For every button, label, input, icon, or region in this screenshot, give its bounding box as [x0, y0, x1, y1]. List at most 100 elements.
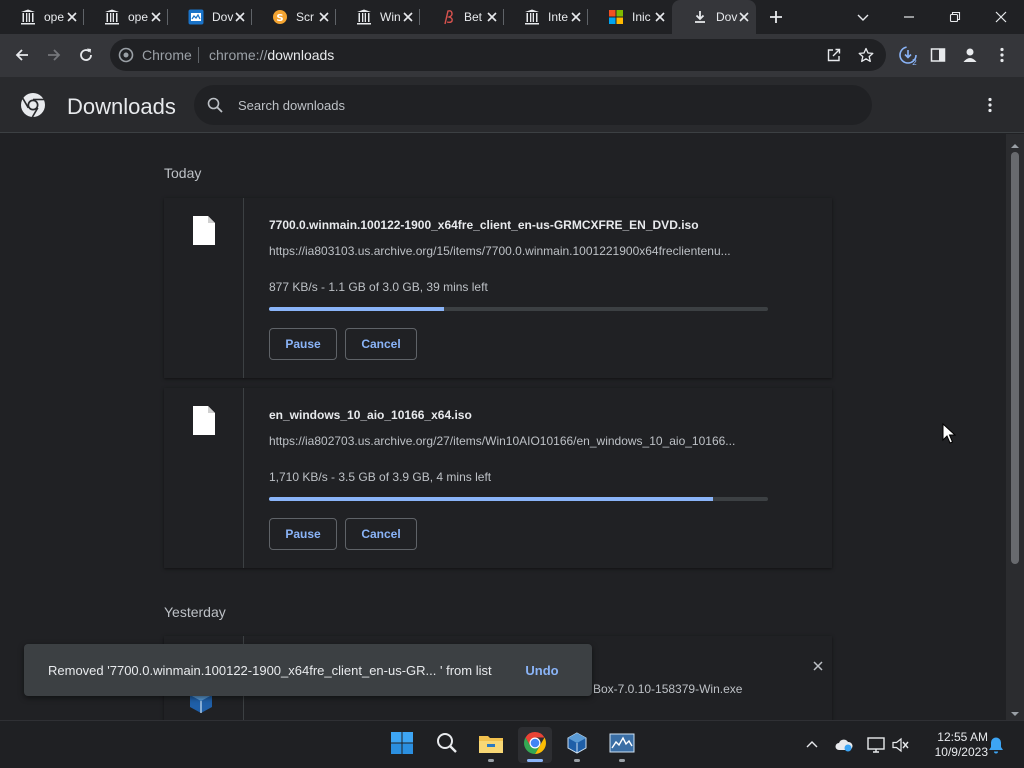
search-input[interactable]	[238, 95, 838, 115]
archive-columns-icon	[20, 9, 36, 25]
page-scrollbar[interactable]	[1006, 134, 1024, 720]
task-manager-taskbar-button[interactable]	[605, 727, 639, 763]
tab-title: Dov	[212, 10, 234, 24]
download-source-url[interactable]: https://ia802703.us.archive.org/27/items…	[269, 434, 735, 448]
start-button[interactable]	[385, 727, 419, 763]
minimize-button[interactable]	[896, 4, 922, 30]
tab-downloads-active[interactable]: Dov	[672, 0, 756, 34]
tab-6[interactable]: Bet	[420, 0, 504, 34]
downloads-count-badge: 2	[912, 58, 917, 66]
scrollbar-thumb[interactable]	[1011, 152, 1019, 564]
cancel-button[interactable]: Cancel	[345, 328, 417, 360]
search-downloads-box[interactable]	[194, 85, 872, 125]
chrome-taskbar-button[interactable]	[518, 727, 552, 763]
browser-toolbar: Chrome chrome://downloads 2	[0, 34, 1024, 77]
side-panel-icon[interactable]	[926, 43, 950, 67]
tab-3[interactable]: Dov	[168, 0, 252, 34]
tab-1[interactable]: ope	[0, 0, 84, 34]
close-window-button[interactable]	[988, 4, 1014, 30]
download-source-url[interactable]: https://ia803103.us.archive.org/15/items…	[269, 244, 731, 258]
system-clock[interactable]: 12:55 AM 10/9/2023	[918, 730, 988, 760]
downloads-toolbar-button[interactable]: 2	[896, 43, 920, 67]
pause-button[interactable]: Pause	[269, 328, 337, 360]
downloads-list: Today 7700.0.winmain.100122-1900_x64fre_…	[0, 134, 1006, 720]
chrome-menu-icon[interactable]	[990, 43, 1014, 67]
new-tab-button[interactable]	[766, 7, 786, 27]
tab-close-icon[interactable]	[316, 9, 332, 25]
active-indicator	[527, 759, 543, 762]
more-actions-icon[interactable]	[978, 93, 1002, 117]
taskbar-search-button[interactable]	[430, 727, 464, 763]
remove-from-list-icon[interactable]	[810, 658, 826, 674]
downloads-header: Downloads	[0, 77, 1024, 133]
search-icon	[206, 96, 224, 114]
tab-close-icon[interactable]	[64, 9, 80, 25]
tab-5[interactable]: Win	[336, 0, 420, 34]
tab-close-icon[interactable]	[400, 9, 416, 25]
share-icon[interactable]	[824, 45, 844, 65]
pause-button[interactable]: Pause	[269, 518, 337, 550]
omnibox-divider	[198, 47, 199, 63]
page-scheme-label: Chrome	[142, 47, 192, 63]
download-progress-fill	[269, 307, 444, 311]
tab-title: ope	[44, 10, 65, 24]
reload-button[interactable]	[74, 43, 98, 67]
notification-bell-icon[interactable]	[986, 735, 1006, 755]
tab-title: Scr	[296, 10, 314, 24]
file-icon	[193, 406, 215, 435]
volume-muted-icon[interactable]	[891, 735, 911, 755]
download-filename-link[interactable]: 7700.0.winmain.100122-1900_x64fre_client…	[269, 218, 699, 232]
scroll-up-arrow-icon[interactable]	[1010, 138, 1020, 148]
archive-columns-icon	[356, 9, 372, 25]
scratch-coin-icon: S	[272, 9, 288, 25]
file-icon	[193, 216, 215, 245]
tab-title: Dov	[716, 10, 738, 24]
file-explorer-icon	[478, 732, 504, 759]
back-button[interactable]	[10, 43, 34, 67]
scroll-down-arrow-icon[interactable]	[1010, 706, 1020, 716]
undo-button[interactable]: Undo	[514, 658, 570, 682]
download-item: en_windows_10_aio_10166_x64.iso https://…	[164, 388, 832, 568]
show-hidden-icons-chevron-icon[interactable]	[802, 735, 822, 755]
search-icon	[436, 732, 458, 759]
profile-avatar-icon[interactable]	[958, 43, 982, 67]
address-bar[interactable]: Chrome chrome://downloads	[110, 39, 886, 71]
download-filename-link[interactable]: Box-7.0.10-158379-Win.exe	[593, 682, 742, 696]
display-icon[interactable]	[866, 735, 886, 755]
tab-close-icon[interactable]	[736, 9, 752, 25]
onedrive-icon[interactable]	[834, 735, 854, 755]
tab-close-icon[interactable]	[568, 9, 584, 25]
chrome-logo-icon	[20, 92, 46, 118]
tab-close-icon[interactable]	[652, 9, 668, 25]
tab-title: Inte	[548, 10, 569, 24]
archive-columns-icon	[524, 9, 540, 25]
tab-7[interactable]: Inte	[504, 0, 588, 34]
tab-2[interactable]: ope	[84, 0, 168, 34]
bookmark-star-icon[interactable]	[856, 45, 876, 65]
windows-taskbar: 12:55 AM 10/9/2023	[0, 720, 1024, 768]
download-item: 7700.0.winmain.100122-1900_x64fre_client…	[164, 198, 832, 378]
section-header-today: Today	[164, 165, 202, 181]
url-text: chrome://downloads	[209, 47, 334, 63]
cancel-button[interactable]: Cancel	[345, 518, 417, 550]
forward-button[interactable]	[42, 43, 66, 67]
task-manager-icon	[609, 732, 635, 759]
tab-title: Bet	[464, 10, 483, 24]
tab-4[interactable]: S Scr	[252, 0, 336, 34]
chrome-icon	[523, 731, 547, 760]
download-progress-bar	[269, 307, 768, 311]
download-filename-link[interactable]: en_windows_10_aio_10166_x64.iso	[269, 408, 472, 422]
download-status-text: 1,710 KB/s - 3.5 GB of 3.9 GB, 4 mins le…	[269, 470, 492, 484]
tab-title: Inic	[632, 10, 651, 24]
tab-close-icon[interactable]	[148, 9, 164, 25]
restore-button[interactable]	[942, 4, 968, 30]
running-indicator	[619, 759, 625, 762]
tab-search-chevron-icon[interactable]	[850, 4, 876, 30]
virtualbox-taskbar-button[interactable]	[560, 727, 594, 763]
download-icon-column	[164, 198, 244, 378]
tab-close-icon[interactable]	[232, 9, 248, 25]
file-explorer-button[interactable]	[474, 727, 508, 763]
tab-close-icon[interactable]	[484, 9, 500, 25]
tab-8[interactable]: Inic	[588, 0, 672, 34]
tab-title: ope	[128, 10, 149, 24]
